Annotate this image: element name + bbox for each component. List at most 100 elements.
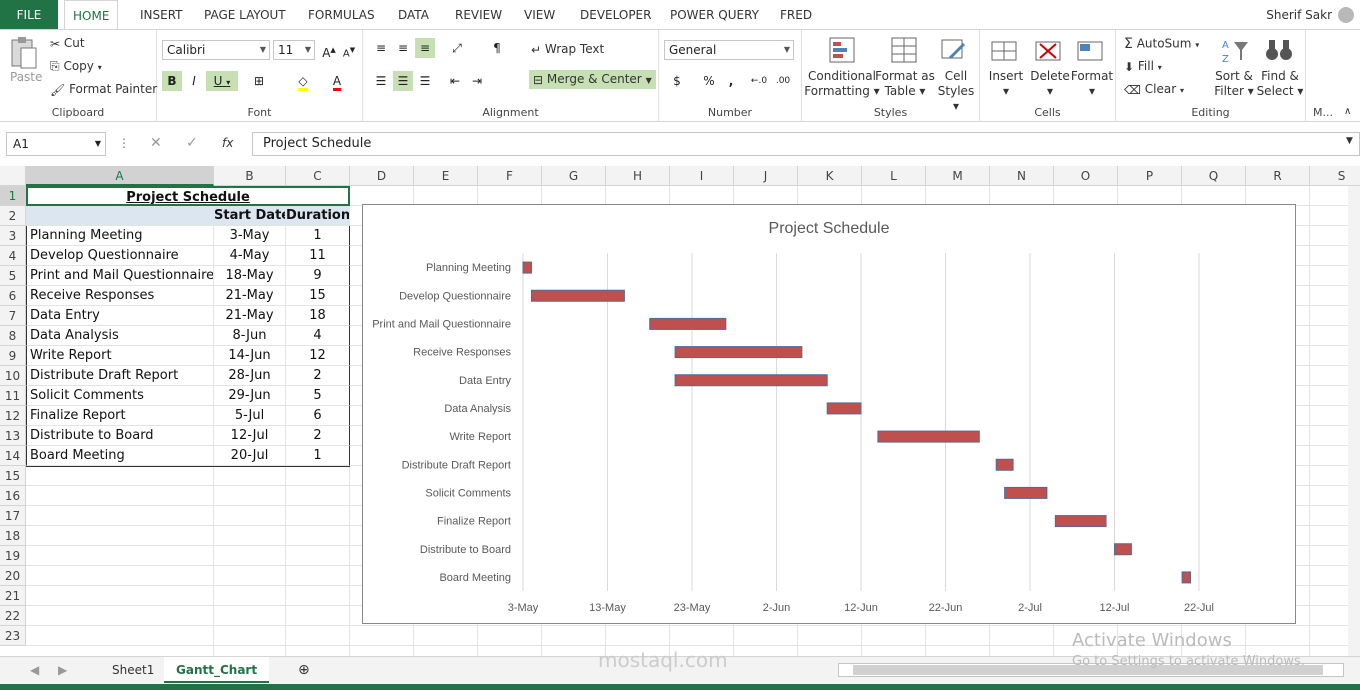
column-header-k[interactable]: K: [798, 166, 862, 186]
orientation-icon[interactable]: ⤢: [447, 38, 467, 58]
row-header-14[interactable]: 14: [0, 446, 26, 466]
row-header-5[interactable]: 5: [0, 266, 26, 286]
column-header-p[interactable]: P: [1118, 166, 1182, 186]
align-right-icon[interactable]: ☰: [415, 71, 435, 91]
decrease-indent-icon[interactable]: ⇤: [445, 71, 465, 91]
tab-fred[interactable]: FRED: [772, 0, 820, 30]
select-all-corner[interactable]: [0, 166, 26, 186]
column-header-h[interactable]: H: [606, 166, 670, 186]
align-middle-icon[interactable]: ≡: [393, 38, 413, 58]
cut-button[interactable]: ✂ Cut: [50, 36, 85, 51]
format-as-table-button[interactable]: Format as Table ▾: [874, 69, 936, 99]
column-header-e[interactable]: E: [414, 166, 478, 186]
cell-start-date[interactable]: 28-Jun: [214, 366, 286, 386]
row-header-7[interactable]: 7: [0, 306, 26, 326]
column-header-q[interactable]: Q: [1182, 166, 1246, 186]
column-header-l[interactable]: L: [862, 166, 926, 186]
row-header-2[interactable]: 2: [0, 206, 26, 226]
cell-start-date[interactable]: 21-May: [214, 286, 286, 306]
cell-task-name[interactable]: Distribute Draft Report: [26, 366, 214, 386]
name-box[interactable]: A1 ▼: [6, 132, 106, 156]
font-size-combo[interactable]: 11 ▼: [273, 40, 315, 60]
more-options-icon[interactable]: ⋮: [118, 136, 130, 150]
cell-a2[interactable]: [26, 206, 214, 226]
cell-duration[interactable]: 1: [286, 226, 350, 246]
grow-font-icon[interactable]: A▲: [319, 40, 339, 60]
row-header-13[interactable]: 13: [0, 426, 26, 446]
row-header-21[interactable]: 21: [0, 586, 26, 606]
user-avatar[interactable]: [1338, 7, 1354, 23]
column-header-o[interactable]: O: [1054, 166, 1118, 186]
cancel-icon[interactable]: ✕: [150, 135, 162, 151]
column-header-g[interactable]: G: [542, 166, 606, 186]
fill-button[interactable]: ⬇ Fill ▾: [1124, 59, 1162, 74]
group-label-more[interactable]: M...: [1306, 106, 1340, 119]
sheet-tab-sheet1[interactable]: Sheet1: [100, 657, 166, 683]
row-header-22[interactable]: 22: [0, 606, 26, 626]
cell-start-date[interactable]: 12-Jul: [214, 426, 286, 446]
cell-start-date[interactable]: 8-Jun: [214, 326, 286, 346]
align-left-icon[interactable]: ☰: [371, 71, 391, 91]
insert-cells-button[interactable]: Insert ▾: [984, 69, 1028, 99]
tab-developer[interactable]: DEVELOPER: [572, 0, 659, 30]
cell-duration[interactable]: 2: [286, 426, 350, 446]
row-header-4[interactable]: 4: [0, 246, 26, 266]
column-header-b[interactable]: B: [214, 166, 286, 186]
cell-task-name[interactable]: Write Report: [26, 346, 214, 366]
cell-task-name[interactable]: Distribute to Board: [26, 426, 214, 446]
row-header-20[interactable]: 20: [0, 566, 26, 586]
paste-button[interactable]: Paste: [10, 70, 42, 84]
comma-button[interactable]: ,: [721, 71, 741, 91]
collapse-ribbon-icon[interactable]: ∧: [1344, 106, 1351, 117]
italic-button[interactable]: I: [184, 71, 204, 91]
cell-start-date[interactable]: 4-May: [214, 246, 286, 266]
column-header-s[interactable]: S: [1310, 166, 1360, 186]
autosum-button[interactable]: Σ AutoSum ▾: [1124, 36, 1199, 52]
cell-task-name[interactable]: Data Analysis: [26, 326, 214, 346]
number-format-combo[interactable]: General ▼: [664, 40, 794, 60]
cell-start-date[interactable]: 29-Jun: [214, 386, 286, 406]
cell-task-name[interactable]: Board Meeting: [26, 446, 214, 466]
row-header-17[interactable]: 17: [0, 506, 26, 526]
font-color-icon[interactable]: A: [327, 71, 347, 91]
vertical-scrollbar[interactable]: [1348, 186, 1360, 656]
cell-duration[interactable]: 6: [286, 406, 350, 426]
font-name-combo[interactable]: Calibri ▼: [162, 40, 270, 60]
tab-home[interactable]: HOME: [64, 0, 119, 30]
row-header-12[interactable]: 12: [0, 406, 26, 426]
row-header-16[interactable]: 16: [0, 486, 26, 506]
tab-power-query[interactable]: POWER QUERY: [662, 0, 767, 30]
underline-button[interactable]: U ▾: [206, 71, 238, 91]
cell-task-name[interactable]: Print and Mail Questionnaire: [26, 266, 214, 286]
decrease-decimal-icon[interactable]: .00: [773, 71, 793, 91]
column-header-m[interactable]: M: [926, 166, 990, 186]
row-header-23[interactable]: 23: [0, 626, 26, 646]
cell-duration[interactable]: 9: [286, 266, 350, 286]
row-header-9[interactable]: 9: [0, 346, 26, 366]
row-header-6[interactable]: 6: [0, 286, 26, 306]
cell-task-name[interactable]: Solicit Comments: [26, 386, 214, 406]
cell-task-name[interactable]: Finalize Report: [26, 406, 214, 426]
column-header-n[interactable]: N: [990, 166, 1054, 186]
cell-start-date[interactable]: 21-May: [214, 306, 286, 326]
row-header-1[interactable]: 1: [0, 186, 26, 206]
cell-task-name[interactable]: Receive Responses: [26, 286, 214, 306]
tab-insert[interactable]: INSERT: [132, 0, 191, 30]
bold-button[interactable]: B: [162, 71, 182, 91]
cell-start-date[interactable]: 20-Jul: [214, 446, 286, 466]
cell-duration[interactable]: 18: [286, 306, 350, 326]
tab-formulas[interactable]: FORMULAS: [300, 0, 383, 30]
clear-button[interactable]: ⌫ Clear ▾: [1124, 82, 1184, 97]
cell-duration[interactable]: 4: [286, 326, 350, 346]
add-sheet-icon[interactable]: ⊕: [286, 657, 322, 683]
row-header-10[interactable]: 10: [0, 366, 26, 386]
shrink-font-icon[interactable]: A▼: [339, 40, 359, 60]
merge-center-button[interactable]: ⊟ Merge & Center ▼: [529, 70, 656, 89]
cell-duration[interactable]: 15: [286, 286, 350, 306]
column-header-c[interactable]: C: [286, 166, 350, 186]
align-center-icon[interactable]: ☰: [393, 71, 413, 91]
tab-view[interactable]: VIEW: [516, 0, 563, 30]
row-header-18[interactable]: 18: [0, 526, 26, 546]
cell-duration[interactable]: 5: [286, 386, 350, 406]
sheet-tab-gantt-chart[interactable]: Gantt_Chart: [164, 657, 270, 683]
